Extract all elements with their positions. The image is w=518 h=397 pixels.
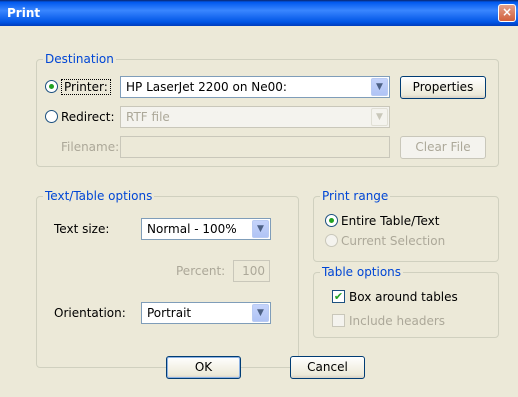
printer-select[interactable]: HP LaserJet 2200 on Ne00: ▼: [120, 76, 390, 98]
include-headers-checkbox[interactable]: [332, 314, 345, 327]
checkmark-icon: ✔: [333, 290, 344, 303]
text-size-value: Normal - 100%: [147, 222, 237, 236]
entire-table-label: Entire Table/Text: [341, 214, 440, 228]
table-options-legend: Table options: [320, 265, 404, 279]
redirect-select[interactable]: RTF file ▼: [120, 106, 390, 128]
box-around-tables-checkbox[interactable]: ✔: [332, 290, 345, 303]
dialog-body: Destination Printer: HP LaserJet 2200 on…: [3, 26, 515, 394]
orientation-value: Portrait: [147, 306, 192, 320]
close-button[interactable]: ×: [498, 4, 516, 22]
filename-label: Filename:: [61, 140, 120, 154]
chevron-down-icon[interactable]: ▼: [252, 220, 269, 238]
redirect-radio[interactable]: [45, 110, 58, 123]
chevron-down-icon[interactable]: ▼: [371, 108, 388, 126]
text-size-label: Text size:: [54, 222, 110, 236]
printer-value: HP LaserJet 2200 on Ne00:: [126, 80, 287, 94]
close-icon: ×: [501, 5, 513, 19]
orientation-label: Orientation:: [54, 306, 126, 320]
entire-table-radio[interactable]: [325, 214, 338, 227]
redirect-label: Redirect:: [61, 110, 115, 124]
chevron-down-icon[interactable]: ▼: [252, 304, 269, 322]
cancel-button[interactable]: Cancel: [290, 356, 365, 379]
text-size-select[interactable]: Normal - 100% ▼: [141, 218, 271, 240]
include-headers-label: Include headers: [349, 314, 446, 328]
title-bar[interactable]: Print ×: [0, 0, 518, 26]
print-range-legend: Print range: [320, 189, 391, 203]
printer-radio[interactable]: [45, 80, 58, 93]
box-around-tables-label: Box around tables: [349, 290, 458, 304]
percent-field[interactable]: 100: [233, 260, 270, 282]
ok-button[interactable]: OK: [166, 356, 241, 379]
current-selection-radio[interactable]: [325, 234, 338, 247]
clear-file-button[interactable]: Clear File: [400, 136, 486, 159]
redirect-value: RTF file: [126, 110, 170, 124]
table-options-group: Table options: [313, 265, 499, 338]
properties-button[interactable]: Properties: [400, 76, 486, 99]
destination-legend: Destination: [43, 52, 116, 66]
print-range-group: Print range: [313, 189, 499, 262]
orientation-select[interactable]: Portrait ▼: [141, 302, 271, 324]
percent-label: Percent:: [176, 264, 226, 278]
text-table-options-legend: Text/Table options: [43, 189, 155, 203]
current-selection-label: Current Selection: [341, 234, 446, 248]
filename-field[interactable]: [120, 136, 390, 158]
chevron-down-icon[interactable]: ▼: [371, 78, 388, 96]
printer-label: Printer:: [61, 79, 111, 95]
window-title: Print: [7, 6, 41, 20]
